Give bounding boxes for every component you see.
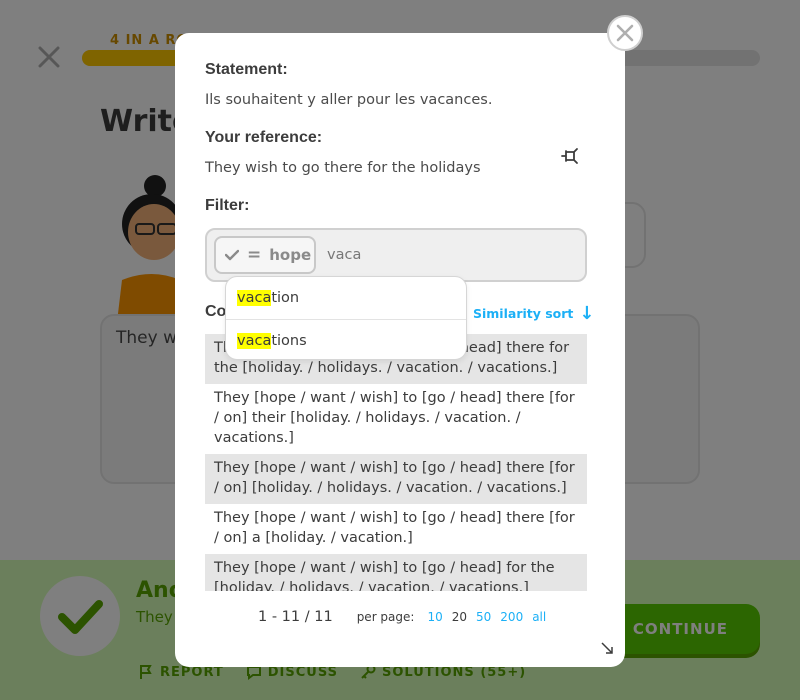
reference-text: They wish to go there for the holidays [205, 160, 481, 176]
resize-handle-icon[interactable] [600, 641, 614, 655]
per-page-option[interactable]: 200 [500, 610, 523, 624]
arrow-down-icon: ↓ [579, 303, 595, 324]
per-page-option[interactable]: all [532, 610, 546, 624]
solutions-heading: Co [205, 303, 227, 320]
solutions-list[interactable]: They [hope / want / wish] to [go / head]… [205, 334, 587, 591]
chip-word: hope [269, 246, 312, 264]
solution-row: They [hope / want / wish] to [go / head]… [205, 454, 587, 504]
suggestion-item[interactable]: vaca tion [226, 277, 466, 319]
suggestion-rest: tion [271, 290, 300, 306]
autocomplete-dropdown: vaca tion vaca tions [225, 276, 467, 360]
statement-text: Ils souhaitent y aller pour les vacances… [205, 92, 493, 108]
similarity-sort-button[interactable]: Similarity sort ↓ [473, 303, 595, 324]
solution-row: They [hope / want / wish] to [go / head]… [214, 390, 575, 446]
per-page-option[interactable]: 10 [427, 610, 442, 624]
reference-heading: Your reference: [205, 129, 323, 146]
filter-input[interactable] [327, 243, 577, 267]
pin-icon[interactable] [561, 147, 579, 165]
per-page-option[interactable]: 20 [452, 610, 467, 624]
filter-chip[interactable]: = hope [214, 236, 316, 274]
solution-row: They [hope / want / wish] to [go / head]… [214, 510, 575, 546]
filter-field[interactable]: = hope [205, 228, 587, 282]
modal-close-button[interactable] [607, 15, 643, 51]
close-icon [616, 24, 634, 42]
equals-icon: = [247, 245, 262, 265]
suggestion-match: vaca [237, 332, 272, 349]
page-count: 1 - 11 / 11 [258, 609, 333, 625]
suggestion-rest: tions [271, 332, 307, 349]
per-page-option[interactable]: 50 [476, 610, 491, 624]
check-icon [225, 249, 239, 261]
filter-heading: Filter: [205, 197, 250, 214]
per-page-label: per page: [356, 610, 415, 624]
suggestion-match: vaca [237, 290, 272, 306]
solutions-modal: Statement: Ils souhaitent y aller pour l… [175, 33, 625, 667]
sort-label: Similarity sort [473, 306, 574, 321]
solution-row: They [hope / want / wish] to [go / head]… [205, 554, 587, 591]
statement-heading: Statement: [205, 61, 288, 78]
pagination: 1 - 11 / 11 per page: 10 20 50 200 all [258, 609, 546, 625]
suggestion-item[interactable]: vaca tions [226, 319, 466, 359]
